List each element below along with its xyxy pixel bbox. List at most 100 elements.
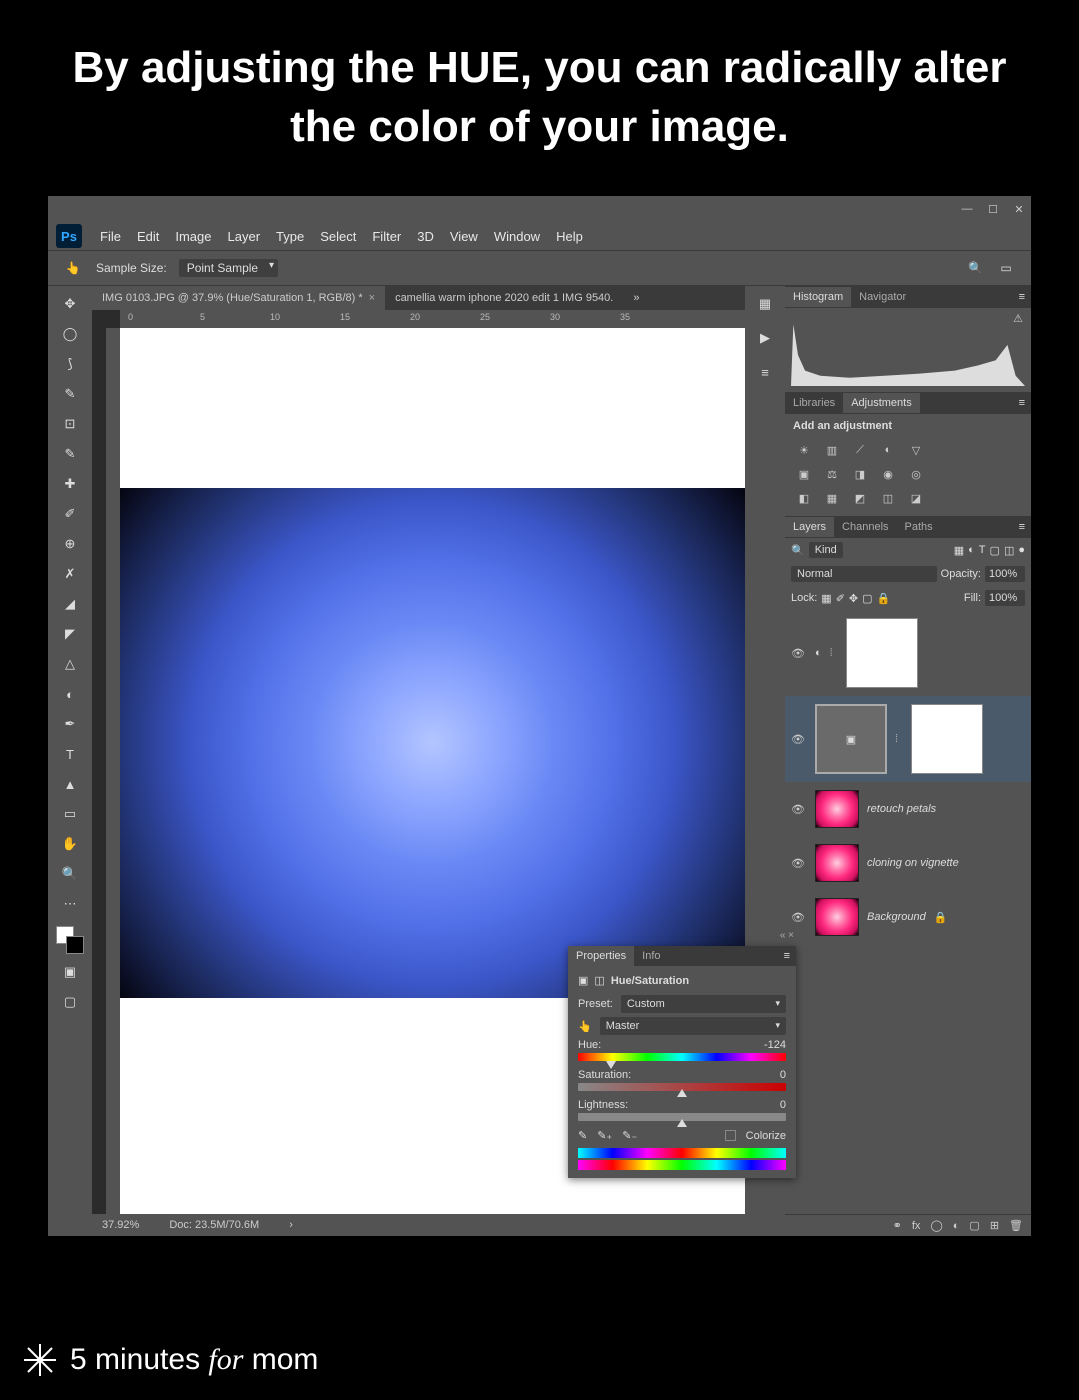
lightness-slider[interactable]	[578, 1113, 786, 1123]
adjustment-thumb[interactable]: ▣	[815, 704, 887, 774]
color-balance-icon[interactable]: ⚖	[821, 464, 843, 484]
filter-icon[interactable]: 🔍	[791, 544, 805, 557]
visibility-icon[interactable]: 👁	[791, 733, 807, 746]
tab-navigator[interactable]: Navigator	[851, 287, 914, 307]
kind-filter[interactable]: Kind	[809, 542, 843, 558]
fx-icon[interactable]: fx	[912, 1220, 921, 1232]
hand-tool[interactable]: ✋	[55, 832, 85, 856]
panel-menu-icon[interactable]: ≡	[1013, 521, 1031, 533]
hue-sat-icon[interactable]: ▣	[793, 464, 815, 484]
layer-thumb[interactable]	[815, 790, 859, 828]
eraser-tool[interactable]: ◢	[55, 592, 85, 616]
panel-close-icon[interactable]: « ×	[780, 930, 794, 941]
layer-background[interactable]: 👁 Background 🔒	[785, 890, 1031, 944]
photo-filter-icon[interactable]: ◉	[877, 464, 899, 484]
menu-type[interactable]: Type	[268, 225, 312, 248]
threshold-icon[interactable]: ◩	[849, 488, 871, 508]
layer-thumb[interactable]	[815, 844, 859, 882]
panel-menu-icon[interactable]: ≡	[1013, 397, 1031, 409]
blend-mode-select[interactable]: Normal	[791, 566, 937, 582]
actions-panel-icon[interactable]: ▶	[750, 326, 780, 350]
background-swatch[interactable]	[66, 936, 84, 954]
eyedropper-icon[interactable]: ✎	[578, 1129, 587, 1142]
invert-icon[interactable]: ◧	[793, 488, 815, 508]
group-icon[interactable]: ▢	[969, 1219, 979, 1232]
quick-select-tool[interactable]: ✎	[55, 382, 85, 406]
menu-layer[interactable]: Layer	[220, 225, 269, 248]
preset-select[interactable]: Custom	[621, 995, 786, 1013]
menu-filter[interactable]: Filter	[364, 225, 409, 248]
tab-channels[interactable]: Channels	[834, 517, 896, 537]
status-chevron-icon[interactable]: ›	[289, 1219, 293, 1231]
stamp-tool[interactable]: ⊕	[55, 532, 85, 556]
healing-tool[interactable]: ✚	[55, 472, 85, 496]
type-tool[interactable]: T	[55, 742, 85, 766]
layer-adjustment-1[interactable]: 👁 ◐ ⁞	[785, 610, 1031, 696]
trash-icon[interactable]: 🗑	[1009, 1219, 1023, 1232]
tab-properties[interactable]: Properties	[568, 946, 634, 966]
layer-thumb[interactable]	[815, 898, 859, 936]
fill-input[interactable]: 100%	[985, 590, 1025, 606]
menu-file[interactable]: File	[92, 225, 129, 248]
lasso-tool[interactable]: ⟆	[55, 352, 85, 376]
tab-info[interactable]: Info	[634, 946, 668, 966]
filter-adj-icon[interactable]: ◐	[968, 544, 975, 556]
layer-cloning-vignette[interactable]: 👁 cloning on vignette	[785, 836, 1031, 890]
pen-tool[interactable]: ✒	[55, 712, 85, 736]
filter-type-icon[interactable]: T	[979, 544, 986, 556]
visibility-icon[interactable]: 👁	[791, 857, 807, 870]
hue-slider-thumb[interactable]	[606, 1061, 616, 1069]
levels-icon[interactable]: ▥	[821, 440, 843, 460]
eyedropper-add-icon[interactable]: ✎₊	[597, 1129, 612, 1142]
saturation-slider-thumb[interactable]	[677, 1089, 687, 1097]
visibility-icon[interactable]: 👁	[791, 803, 807, 816]
path-select-tool[interactable]: ▲	[55, 772, 85, 796]
colorize-checkbox[interactable]	[725, 1130, 736, 1141]
panel-menu-icon[interactable]: ≡	[778, 950, 796, 962]
eyedropper-tool[interactable]: ✎	[55, 442, 85, 466]
filter-toggle[interactable]: ●	[1018, 544, 1025, 556]
hue-slider[interactable]	[578, 1053, 786, 1063]
sample-size-select[interactable]: Point Sample	[179, 259, 278, 277]
properties-panel[interactable]: « × Properties Info ≡ ▣ ◫ Hue/Saturation…	[568, 946, 796, 1178]
workspace-icon[interactable]: ▭	[995, 259, 1017, 277]
zoom-tool[interactable]: 🔍	[55, 862, 85, 886]
mask-thumb[interactable]	[911, 704, 983, 774]
paragraph-panel-icon[interactable]: ≡	[750, 360, 780, 384]
channel-select[interactable]: Master	[600, 1017, 786, 1035]
lock-paint-icon[interactable]: ✐	[836, 592, 845, 605]
history-brush-tool[interactable]: ✗	[55, 562, 85, 586]
link-layers-icon[interactable]: ⚭	[893, 1219, 902, 1232]
document-tab[interactable]: camellia warm iphone 2020 edit 1 IMG 954…	[385, 286, 623, 310]
selective-color-icon[interactable]: ◪	[905, 488, 927, 508]
crop-tool[interactable]: ⊡	[55, 412, 85, 436]
layer-retouch-petals[interactable]: 👁 retouch petals	[785, 782, 1031, 836]
brightness-icon[interactable]: ☀	[793, 440, 815, 460]
adjustment-icon[interactable]: ◐	[953, 1220, 960, 1232]
search-icon[interactable]: 🔍	[968, 261, 983, 275]
mask-icon[interactable]: ◯	[930, 1219, 942, 1232]
lock-artboard-icon[interactable]: ▢	[862, 592, 872, 605]
menu-window[interactable]: Window	[486, 225, 548, 248]
menu-3d[interactable]: 3D	[409, 225, 442, 248]
blur-tool[interactable]: △	[55, 652, 85, 676]
marquee-tool[interactable]: ◯	[55, 322, 85, 346]
menu-help[interactable]: Help	[548, 225, 591, 248]
more-tools[interactable]: ⋯	[55, 892, 85, 916]
color-swatches[interactable]	[56, 926, 84, 954]
brushes-panel-icon[interactable]: ▦	[750, 292, 780, 316]
gradient-map-icon[interactable]: ◫	[877, 488, 899, 508]
gradient-tool[interactable]: ◤	[55, 622, 85, 646]
eyedropper-subtract-icon[interactable]: ✎₋	[622, 1129, 637, 1142]
lightness-value[interactable]: 0	[742, 1099, 786, 1111]
filter-shape-icon[interactable]: ▢	[990, 544, 1000, 557]
mask-icon[interactable]: ◫	[594, 974, 604, 987]
lock-pos-icon[interactable]: ✥	[849, 592, 858, 605]
saturation-slider[interactable]	[578, 1083, 786, 1093]
menu-select[interactable]: Select	[312, 225, 364, 248]
menu-view[interactable]: View	[442, 225, 486, 248]
filter-smart-icon[interactable]: ◫	[1004, 544, 1014, 557]
channel-mixer-icon[interactable]: ◎	[905, 464, 927, 484]
filter-pixel-icon[interactable]: ▦	[954, 544, 964, 557]
lock-icon[interactable]: 🔒	[934, 911, 948, 924]
